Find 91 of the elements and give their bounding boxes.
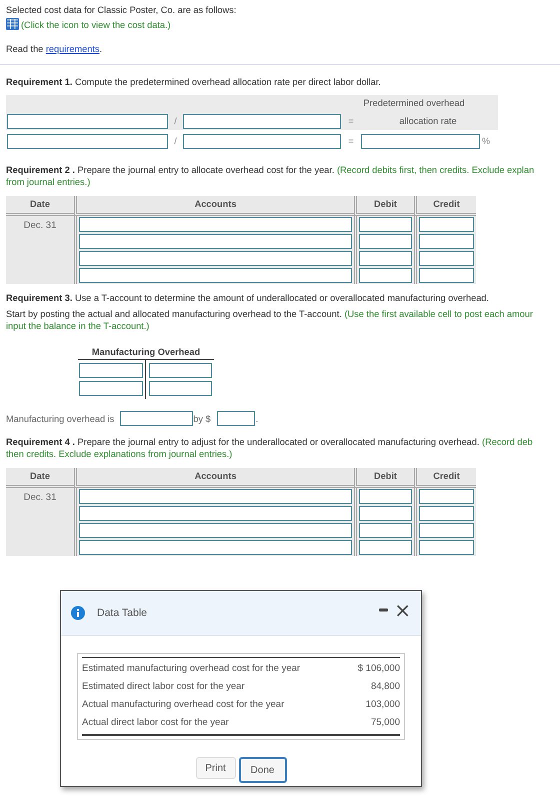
print-button[interactable]: Print	[196, 757, 236, 779]
row-label: Estimated manufacturing overhead cost for the year	[82, 662, 300, 676]
column-header: Accounts	[74, 196, 354, 216]
credit-field[interactable]	[419, 234, 474, 249]
read-text: Read the	[6, 44, 44, 54]
debit-field[interactable]	[79, 381, 143, 396]
amount-cell-text: 75,000	[370, 716, 400, 730]
account-field[interactable]	[79, 540, 352, 555]
denominator-field[interactable]	[183, 114, 341, 128]
instruction-text: Compute the predetermined overhead allocation rate per direct labor dollar.	[74, 77, 381, 87]
divide-sign: /	[173, 116, 178, 126]
requirement-heading: Requirement 4 .	[6, 437, 75, 447]
note-text: from journal entries.)	[6, 177, 90, 187]
account-field[interactable]	[79, 268, 352, 283]
date-cell: Dec. 31	[6, 216, 74, 284]
equals-sign: =	[347, 136, 355, 146]
cost-data-link[interactable]: (Click the icon to view the cost data.)	[21, 20, 171, 30]
requirement-heading: Requirement 1.	[6, 77, 72, 87]
amount-field[interactable]	[216, 411, 255, 426]
account-field[interactable]	[79, 506, 352, 521]
amount-cell-text: $ 106,000	[358, 662, 400, 676]
note-text: (Record debits first, then credits. Exclude explan	[336, 165, 534, 175]
credit-field[interactable]	[419, 523, 474, 538]
column-header: Credit	[414, 196, 476, 216]
dialog-title: Data Table	[97, 607, 148, 619]
debit-field[interactable]	[359, 506, 412, 521]
table-icon[interactable]	[6, 18, 19, 30]
denominator-field[interactable]	[183, 134, 341, 148]
account-field[interactable]	[79, 251, 352, 266]
numerator-field[interactable]	[7, 114, 168, 128]
debit-field[interactable]	[359, 540, 412, 555]
note-text: (Record deb	[482, 437, 533, 447]
date-cell: Dec. 31	[6, 488, 74, 556]
instruction-text: Start by posting the actual and allocated manufacturing overhead to the T-account.	[6, 309, 342, 319]
by-text: by $	[193, 414, 211, 424]
credit-field[interactable]	[149, 363, 212, 378]
rate-field[interactable]	[361, 134, 480, 148]
account-field[interactable]	[79, 523, 352, 538]
note-text: input the balance in the T-account.)	[6, 321, 150, 331]
credit-field[interactable]	[419, 251, 474, 266]
amount-cell-text: 103,000	[366, 698, 400, 712]
period-text: .	[99, 44, 102, 54]
debit-field[interactable]	[79, 363, 143, 378]
column-header: Debit	[354, 196, 414, 216]
equals-sign: =	[347, 116, 355, 126]
divide-sign: /	[173, 136, 178, 146]
instruction-text: Use a T-account to determine the amount of underallocated or overallocated manufacturing overhead.	[74, 293, 489, 303]
requirements-link[interactable]: requirements	[46, 44, 100, 54]
amount-cell-text: 84,800	[370, 680, 400, 694]
note-text: then credits. Exclude explanations from journal entries.)	[6, 449, 232, 459]
percent-sign: %	[480, 136, 491, 146]
column-header: Date	[6, 468, 74, 488]
result-text: Manufacturing overhead is	[6, 414, 114, 424]
column-header: Credit	[414, 468, 476, 488]
result-label: Predetermined overhead	[362, 97, 466, 110]
column-header: Date	[6, 196, 74, 216]
debit-field[interactable]	[359, 217, 412, 232]
column-header: Accounts	[74, 468, 354, 488]
credit-field[interactable]	[419, 506, 474, 521]
status-field[interactable]	[120, 411, 194, 426]
account-field[interactable]	[79, 217, 352, 232]
requirement-heading: Requirement 3.	[6, 293, 72, 303]
account-field[interactable]	[79, 234, 352, 249]
debit-field[interactable]	[359, 489, 412, 504]
row-label: Actual manufacturing overhead cost for the year	[82, 698, 284, 712]
minimize-icon[interactable]	[379, 608, 388, 612]
column-header: Debit	[354, 468, 414, 488]
row-label: Estimated direct labor cost for the year	[82, 680, 245, 694]
debit-field[interactable]	[359, 251, 412, 266]
period-text: .	[256, 414, 258, 424]
note-text: (Use the first available cell to post each amour	[344, 309, 533, 319]
credit-field[interactable]	[419, 489, 474, 504]
close-button[interactable]: ×	[394, 601, 411, 619]
numerator-field[interactable]	[7, 134, 168, 148]
instruction-text: Prepare the journal entry to adjust for the underallocated or overallocated manufacturing overhead.	[78, 437, 480, 447]
debit-field[interactable]	[359, 523, 412, 538]
info-icon	[71, 606, 85, 620]
debit-field[interactable]	[359, 234, 412, 249]
intro-text: Selected cost data for Classic Poster, Co. are as follows:	[6, 5, 236, 15]
row-label: Actual direct labor cost for the year	[82, 716, 229, 730]
requirement-heading: Requirement 2 .	[6, 165, 75, 175]
credit-field[interactable]	[149, 381, 212, 396]
t-account-title: Manufacturing Overhead	[90, 346, 202, 359]
result-label: allocation rate	[398, 114, 458, 128]
credit-field[interactable]	[419, 268, 474, 283]
credit-field[interactable]	[419, 217, 474, 232]
debit-field[interactable]	[359, 268, 412, 283]
credit-field[interactable]	[419, 540, 474, 555]
instruction-text: Prepare the journal entry to allocate overhead cost for the year.	[78, 165, 334, 175]
account-field[interactable]	[79, 489, 352, 504]
done-button[interactable]: Done	[238, 757, 286, 783]
